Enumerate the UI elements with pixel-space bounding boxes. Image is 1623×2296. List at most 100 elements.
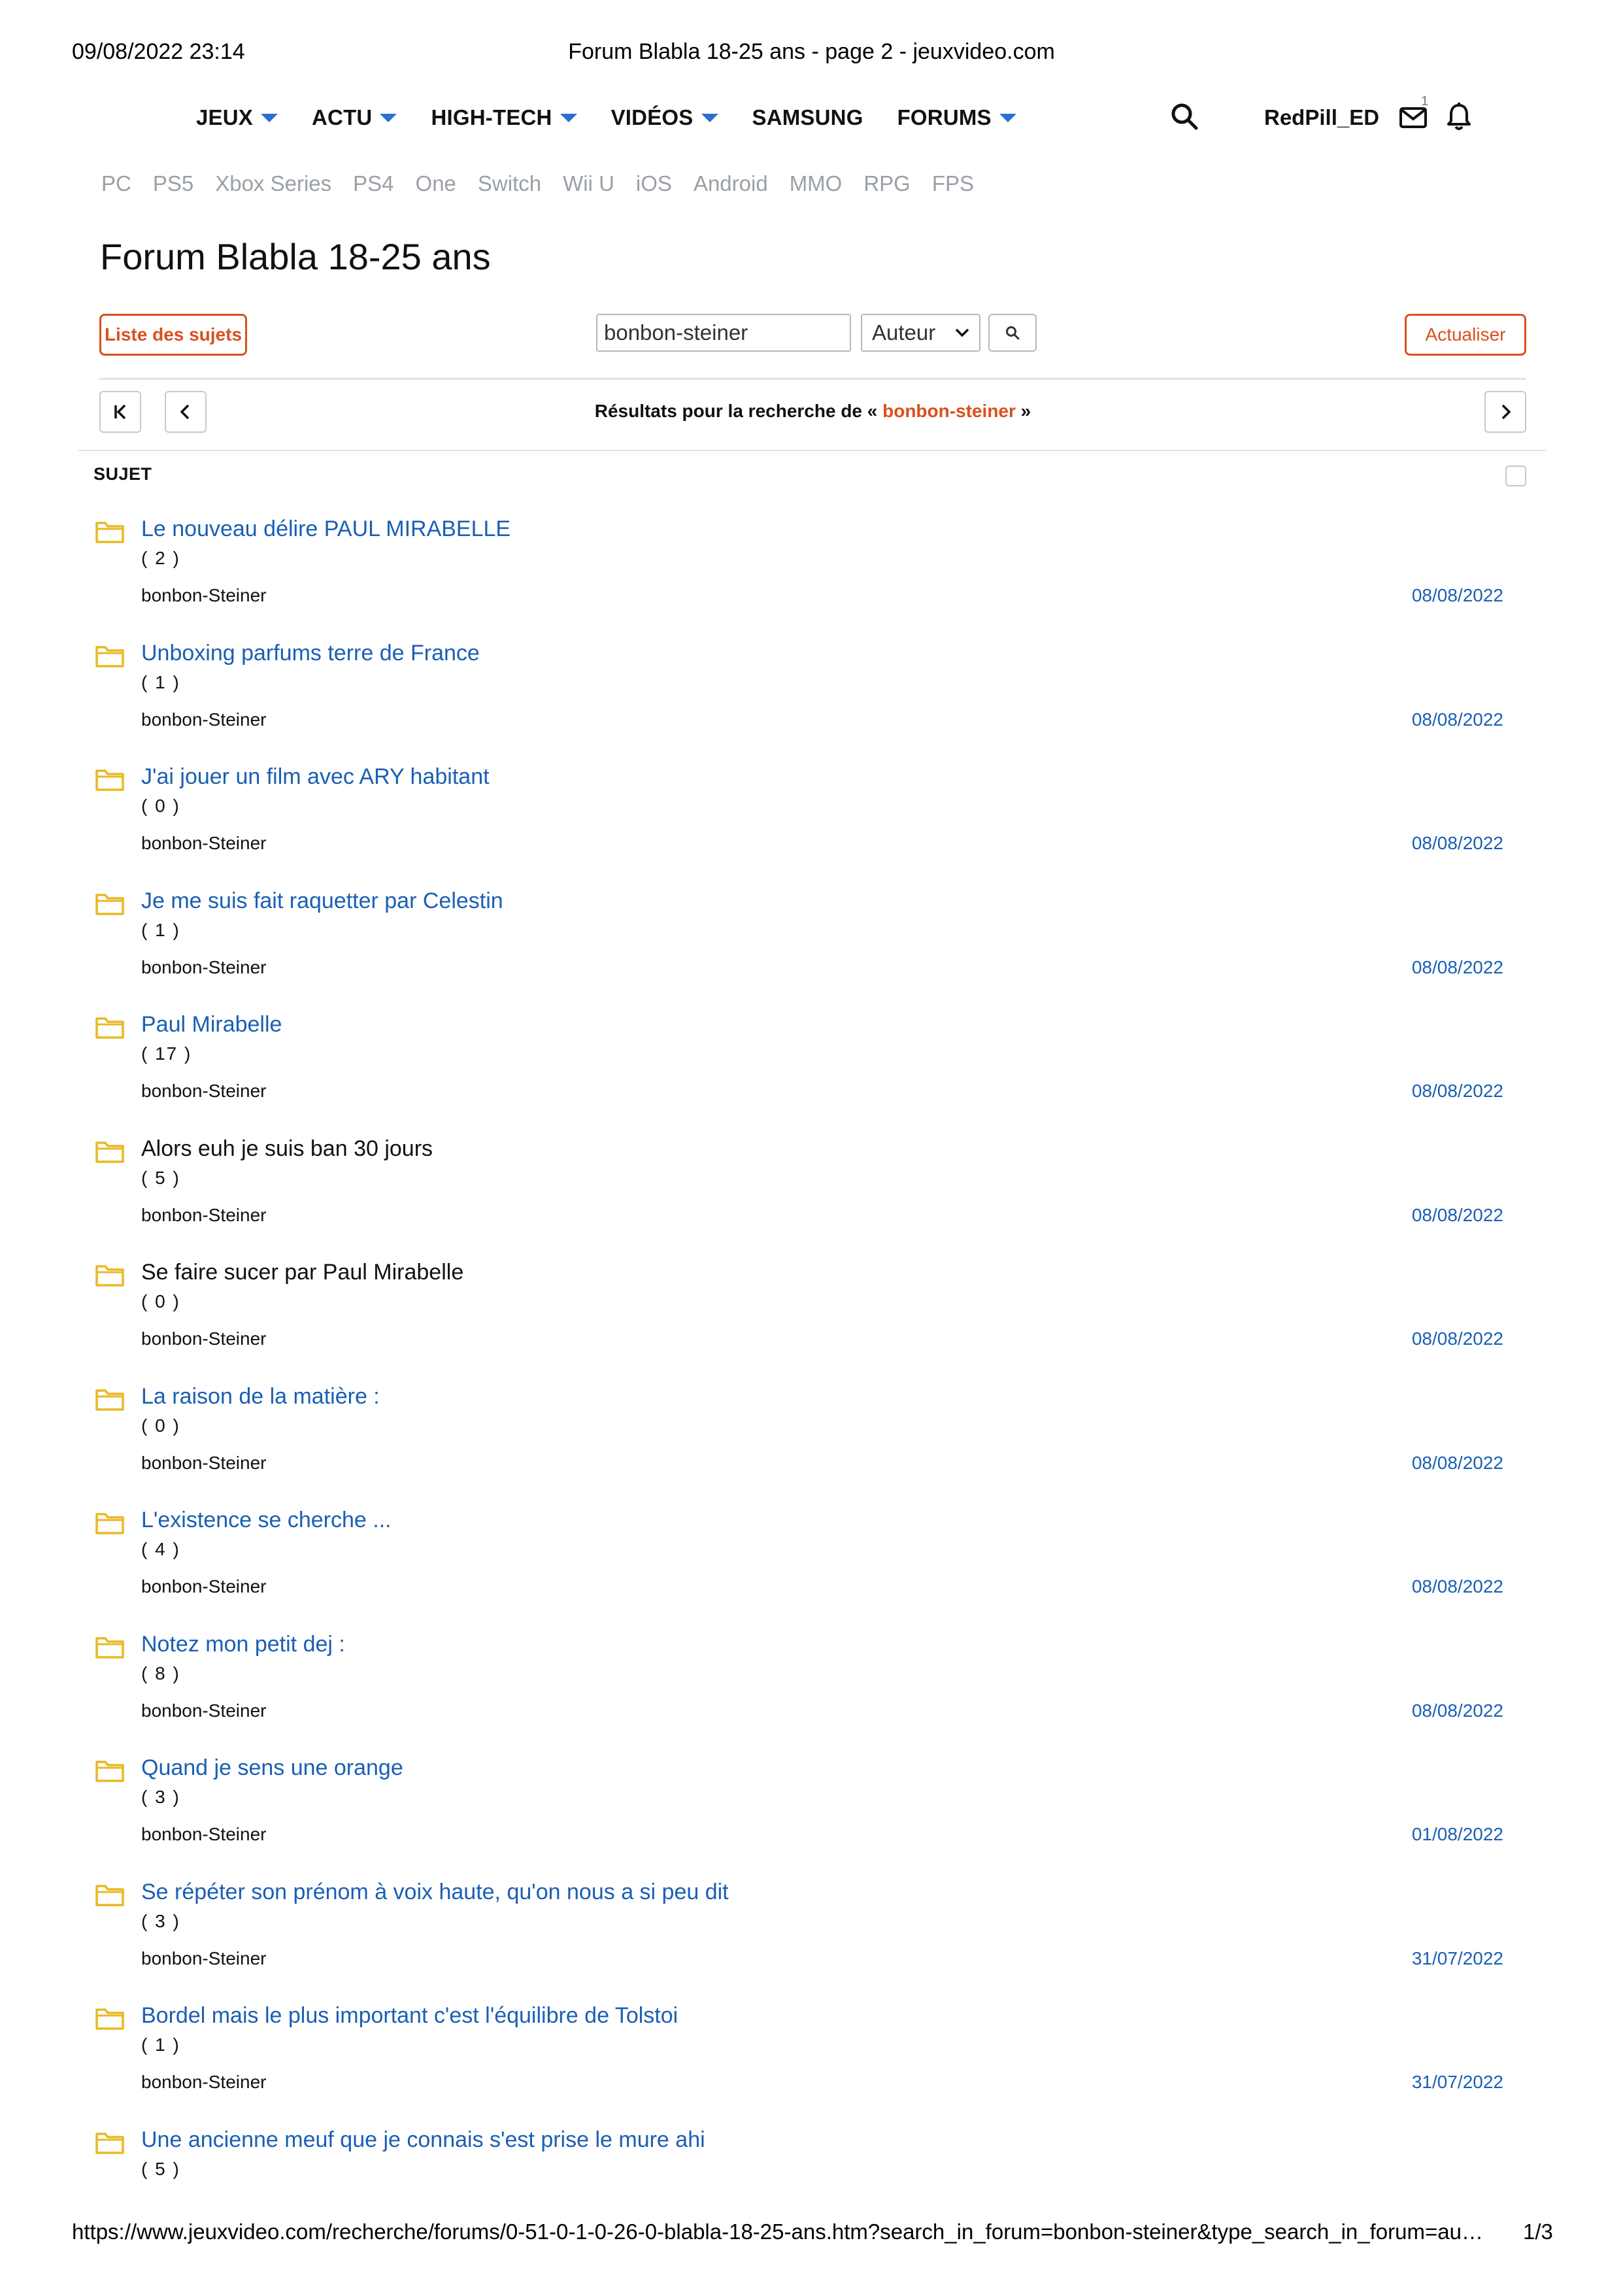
topic-reply-count: ( 0 ) bbox=[141, 1291, 180, 1311]
topic-author[interactable]: bonbon-Steiner bbox=[141, 1948, 266, 1969]
topic-title-link[interactable]: L'existence se cherche ... bbox=[141, 1508, 392, 1533]
topic-row: Alors euh je suis ban 30 jours ( 5 ) bonbo… bbox=[95, 1136, 1526, 1260]
topic-author[interactable]: bonbon-Steiner bbox=[141, 1081, 266, 1102]
folder-icon bbox=[95, 1387, 125, 1415]
column-header-subject: SUJET bbox=[93, 464, 152, 484]
topic-author[interactable]: bonbon-Steiner bbox=[141, 709, 266, 730]
page-title: Forum Blabla 18-25 ans bbox=[100, 236, 491, 277]
topic-title-link[interactable]: Se faire sucer par Paul Mirabelle bbox=[141, 1260, 463, 1285]
nav-item-actu[interactable]: ACTU bbox=[312, 105, 397, 130]
folder-icon bbox=[95, 767, 125, 795]
nav-item-jeux[interactable]: JEUX bbox=[196, 105, 278, 130]
platform-pc[interactable]: PC bbox=[101, 171, 131, 196]
platform-switch[interactable]: Switch bbox=[478, 171, 541, 196]
search-type-value: Auteur bbox=[872, 320, 936, 345]
topic-date: 08/08/2022 bbox=[1411, 833, 1503, 853]
platform-wii-u[interactable]: Wii U bbox=[563, 171, 614, 196]
platform-android[interactable]: Android bbox=[694, 171, 768, 196]
topic-author[interactable]: bonbon-Steiner bbox=[141, 957, 266, 978]
topic-title-link[interactable]: Le nouveau délire PAUL MIRABELLE bbox=[141, 516, 510, 542]
topic-title-link[interactable]: Se répéter son prénom à voix haute, qu'o… bbox=[141, 1880, 729, 1905]
select-all-checkbox[interactable] bbox=[1505, 465, 1526, 486]
topic-date: 08/08/2022 bbox=[1411, 585, 1503, 605]
topic-reply-count: ( 17 ) bbox=[141, 1043, 192, 1064]
forum-toolbar: Liste des sujets bonbon-steiner Auteur A… bbox=[99, 314, 1526, 356]
nav-item-samsung[interactable]: SAMSUNG bbox=[752, 105, 863, 130]
topic-row: Je me suis fait raquetter par Celestin ( … bbox=[95, 888, 1526, 1013]
user-area: RedPill_ED 1 bbox=[1170, 94, 1472, 137]
platform-mmo[interactable]: MMO bbox=[790, 171, 843, 196]
folder-icon bbox=[95, 2130, 125, 2158]
nav-label: VIDÉOS bbox=[611, 105, 694, 129]
refresh-button[interactable]: Actualiser bbox=[1405, 314, 1526, 356]
topic-reply-count: ( 1 ) bbox=[141, 671, 180, 692]
nav-item-high-tech[interactable]: HIGH-TECH bbox=[431, 105, 577, 130]
results-term: bonbon-steiner bbox=[882, 401, 1016, 421]
platform-fps[interactable]: FPS bbox=[932, 171, 974, 196]
topic-author[interactable]: bonbon-Steiner bbox=[141, 1824, 266, 1845]
topic-title-link[interactable]: Bordel mais le plus important c'est l'éq… bbox=[141, 2003, 678, 2029]
username-link[interactable]: RedPill_ED bbox=[1264, 105, 1379, 130]
topic-title-link[interactable]: Alors euh je suis ban 30 jours bbox=[141, 1136, 433, 1162]
caret-down-icon bbox=[261, 113, 278, 122]
topic-row: Se répéter son prénom à voix haute, qu'o… bbox=[95, 1880, 1526, 2004]
topic-date: 08/08/2022 bbox=[1411, 1328, 1503, 1349]
topic-author[interactable]: bonbon-Steiner bbox=[141, 585, 266, 606]
topic-date: 08/08/2022 bbox=[1411, 1204, 1503, 1225]
topic-date: 01/08/2022 bbox=[1411, 1824, 1503, 1844]
print-header: 09/08/2022 23:14 Forum Blabla 18-25 ans … bbox=[0, 39, 1623, 68]
topic-row: L'existence se cherche ... ( 4 ) bonbon-St… bbox=[95, 1508, 1526, 1632]
topic-reply-count: ( 8 ) bbox=[141, 1663, 180, 1683]
topic-title-link[interactable]: Quand je sens une orange bbox=[141, 1755, 403, 1781]
bell-icon[interactable] bbox=[1446, 101, 1472, 135]
nav-label: FORUMS bbox=[897, 105, 992, 129]
caret-down-icon bbox=[701, 113, 718, 122]
topic-author[interactable]: bonbon-Steiner bbox=[141, 2072, 266, 2093]
platform-ios[interactable]: iOS bbox=[636, 171, 672, 196]
folder-icon bbox=[95, 1262, 125, 1291]
platform-ps5[interactable]: PS5 bbox=[153, 171, 193, 196]
topic-reply-count: ( 5 ) bbox=[141, 2158, 180, 2179]
platform-ps4[interactable]: PS4 bbox=[353, 171, 393, 196]
topic-title-link[interactable]: Paul Mirabelle bbox=[141, 1012, 282, 1038]
search-submit-button[interactable] bbox=[988, 314, 1037, 352]
topic-date: 31/07/2022 bbox=[1411, 2072, 1503, 2092]
caret-down-icon bbox=[560, 113, 577, 122]
mail-count-badge: 1 bbox=[1421, 93, 1429, 109]
platform-menu: PC PS5 Xbox Series PS4 One Switch Wii U … bbox=[101, 171, 996, 196]
topic-author[interactable]: bonbon-Steiner bbox=[141, 833, 266, 854]
platform-xbox-series[interactable]: Xbox Series bbox=[215, 171, 331, 196]
next-page-button[interactable] bbox=[1484, 391, 1526, 433]
topic-author[interactable]: bonbon-Steiner bbox=[141, 1700, 266, 1721]
search-input[interactable]: bonbon-steiner bbox=[596, 314, 851, 352]
topic-title-link[interactable]: Unboxing parfums terre de France bbox=[141, 641, 480, 666]
topic-author[interactable]: bonbon-Steiner bbox=[141, 1576, 266, 1597]
topic-title-link[interactable]: La raison de la matière : bbox=[141, 1384, 380, 1410]
topic-reply-count: ( 1 ) bbox=[141, 919, 180, 940]
topic-row: Bordel mais le plus important c'est l'éq… bbox=[95, 2003, 1526, 2127]
main-nav: JEUX ACTU HIGH-TECH VIDÉOS SAMSUNG FORUM… bbox=[196, 101, 1050, 134]
search-type-select[interactable]: Auteur bbox=[861, 314, 980, 352]
nav-item-videos[interactable]: VIDÉOS bbox=[611, 105, 718, 130]
topic-list-button[interactable]: Liste des sujets bbox=[99, 314, 247, 356]
topic-title-link[interactable]: Une ancienne meuf que je connais s'est p… bbox=[141, 2127, 705, 2153]
platform-rpg[interactable]: RPG bbox=[863, 171, 911, 196]
folder-icon bbox=[95, 2006, 125, 2034]
mail-icon[interactable]: 1 bbox=[1399, 94, 1430, 134]
chevron-right-icon bbox=[1501, 404, 1511, 420]
topic-reply-count: ( 0 ) bbox=[141, 796, 180, 816]
topic-reply-count: ( 0 ) bbox=[141, 1415, 180, 1436]
topic-reply-count: ( 2 ) bbox=[141, 548, 180, 568]
topic-title-link[interactable]: Je me suis fait raquetter par Celestin bbox=[141, 888, 503, 914]
topic-author[interactable]: bonbon-Steiner bbox=[141, 1453, 266, 1474]
platform-one[interactable]: One bbox=[416, 171, 456, 196]
topic-reply-count: ( 4 ) bbox=[141, 1539, 180, 1559]
topic-title-link[interactable]: J'ai jouer un film avec ARY habitant bbox=[141, 764, 490, 790]
topic-date: 08/08/2022 bbox=[1411, 1700, 1503, 1721]
search-icon[interactable] bbox=[1170, 102, 1199, 134]
folder-icon bbox=[95, 1510, 125, 1538]
nav-item-forums[interactable]: FORUMS bbox=[897, 105, 1016, 130]
topic-author[interactable]: bonbon-Steiner bbox=[141, 1205, 266, 1226]
topic-title-link[interactable]: Notez mon petit dej : bbox=[141, 1632, 345, 1657]
topic-author[interactable]: bonbon-Steiner bbox=[141, 1328, 266, 1349]
